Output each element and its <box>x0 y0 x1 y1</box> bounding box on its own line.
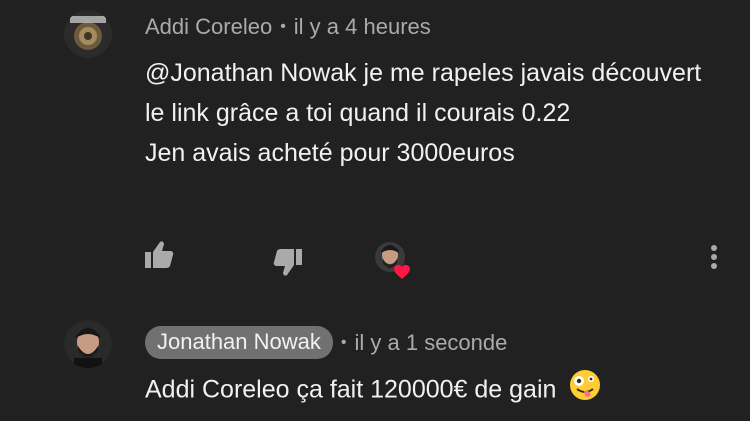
timestamp[interactable]: il y a 1 seconde <box>355 330 508 356</box>
timestamp[interactable]: il y a 4 heures <box>294 14 431 40</box>
author-name[interactable]: Addi Coreleo <box>145 14 272 40</box>
author-name-chip[interactable]: Jonathan Nowak <box>145 326 333 359</box>
comment-line: Addi Coreleo ça fait 120000€ de gain <box>145 375 557 404</box>
meta-separator: • <box>280 18 286 35</box>
zany-face-emoji <box>569 369 601 413</box>
avatar[interactable] <box>64 10 112 58</box>
comment-meta: Addi Coreleo • il y a 4 heures <box>145 14 431 40</box>
thumb-up-icon[interactable] <box>143 240 175 275</box>
meta-separator: • <box>340 333 347 351</box>
avatar[interactable] <box>64 320 112 368</box>
thumb-down-icon[interactable] <box>272 247 304 282</box>
comment-meta: Jonathan Nowak • il y a 1 seconde <box>145 326 507 359</box>
comment-line: @Jonathan Nowak je me rapeles javais déc… <box>145 59 702 127</box>
creator-heart-icon[interactable] <box>374 241 414 286</box>
more-vert-icon[interactable] <box>703 245 725 275</box>
comment-line: Jen avais acheté pour 3000euros <box>145 139 515 167</box>
comment-text: Addi Coreleo ça fait 120000€ de gain <box>145 369 725 413</box>
comment-text: @Jonathan Nowak je me rapeles javais déc… <box>145 53 725 173</box>
